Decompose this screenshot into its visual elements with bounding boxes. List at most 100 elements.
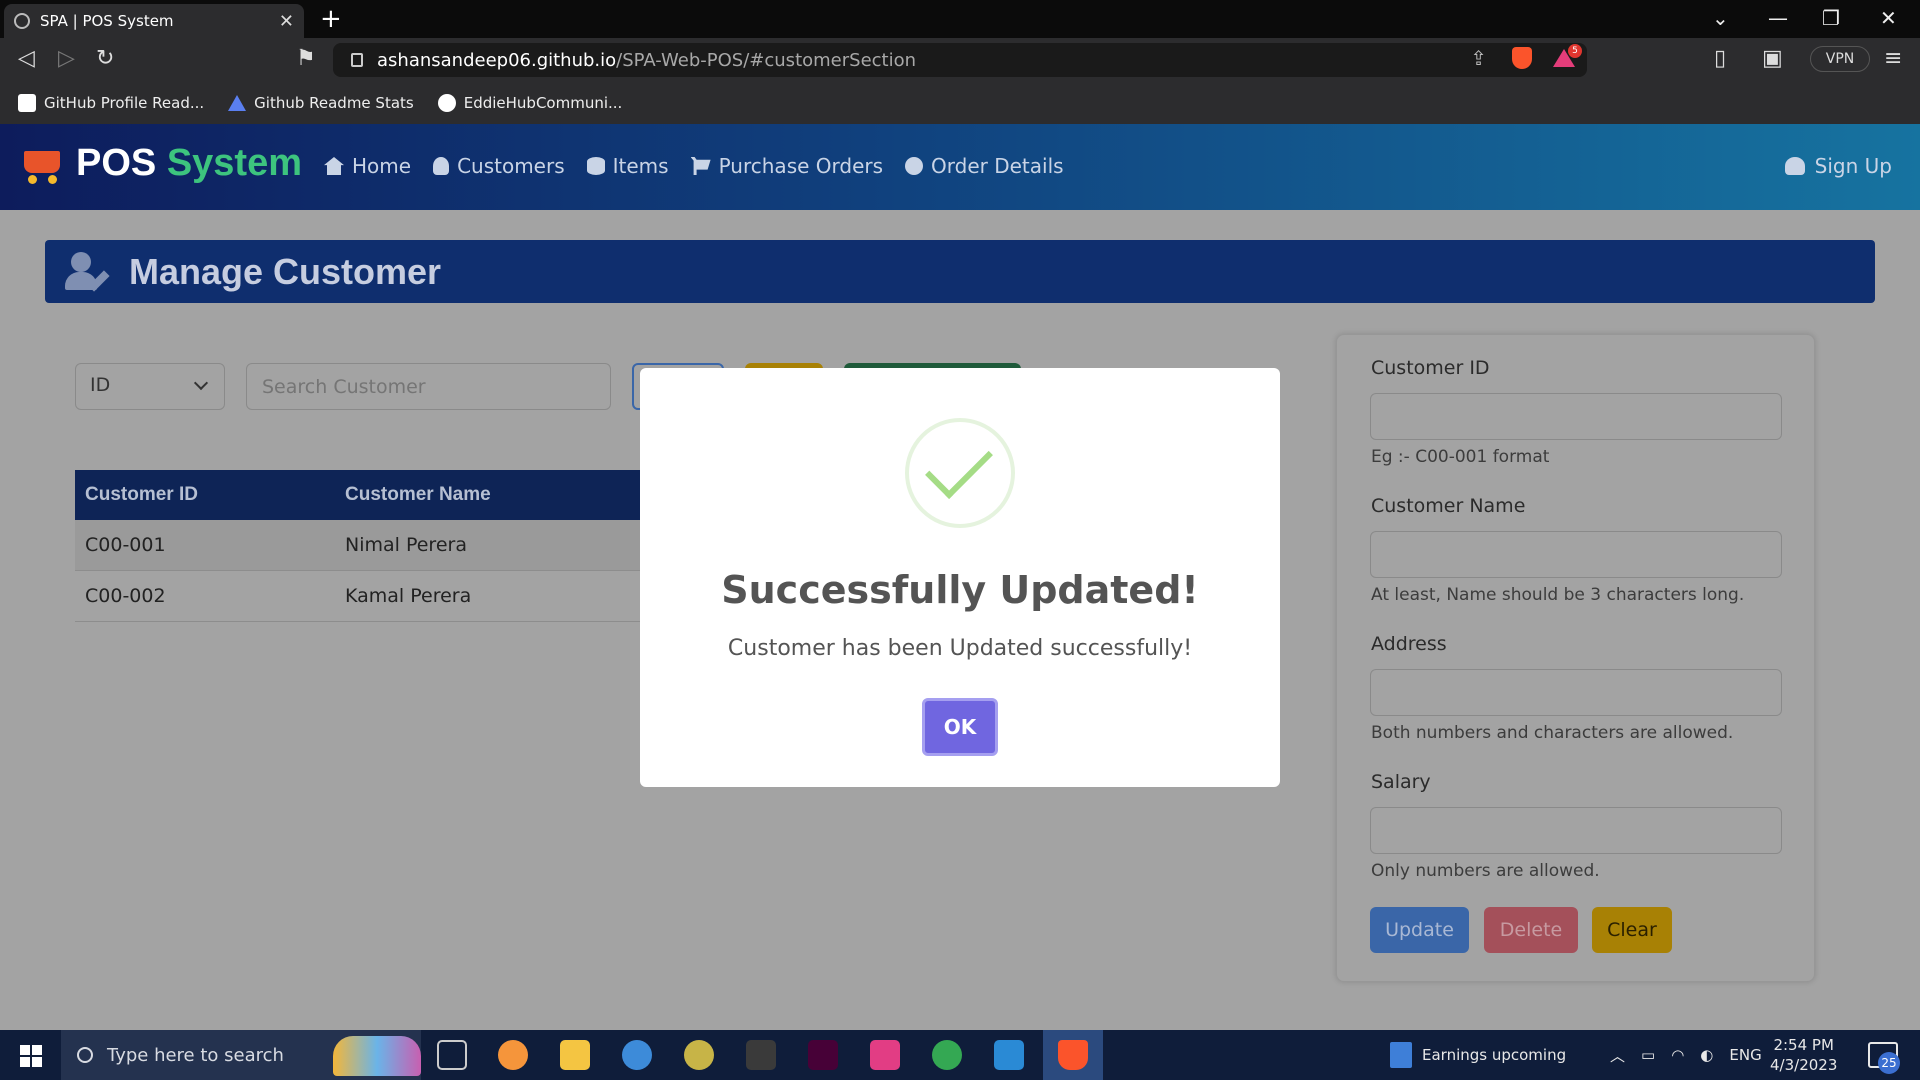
intellij-icon[interactable] [870,1040,900,1070]
tab-close-icon[interactable]: ✕ [279,11,294,32]
sidebar-icon[interactable]: ▯ [1714,46,1726,71]
bookmark-item[interactable]: Github Readme Stats [228,94,414,112]
clock-date: 4/3/2023 [1770,1056,1838,1074]
nav-order-details[interactable]: Order Details [905,154,1064,178]
bookmarks-bar: GitHub Profile Read... Github Readme Sta… [0,82,1920,124]
delete-button[interactable]: Delete [1484,907,1578,953]
taskbar-search-placeholder: Type here to search [107,1044,284,1066]
app-icon[interactable] [498,1040,528,1070]
tab-list-chevron-icon[interactable]: ⌄ [1712,6,1729,30]
bookmark-item[interactable]: GitHub Profile Read... [18,94,204,112]
forward-icon[interactable]: ▷ [58,46,75,71]
rewards-badge: 5 [1568,44,1582,58]
salary-hint: Only numbers are allowed. [1371,861,1600,881]
window-close-button[interactable]: ✕ [1880,6,1897,30]
customer-id-hint: Eg :- C00-001 format [1371,447,1550,467]
minimize-button[interactable]: — [1768,6,1788,30]
nav-items[interactable]: Items [586,154,669,178]
nav-label: Customers [457,154,565,178]
customer-name-field[interactable] [1370,531,1782,578]
address-label: Address [1371,633,1447,655]
brand-name: POS System [76,142,303,184]
volume-icon[interactable]: ◐ [1700,1046,1713,1064]
file-explorer-icon[interactable] [560,1040,590,1070]
select-value: ID [90,374,111,396]
wifi-icon[interactable]: ◠ [1671,1046,1684,1064]
ok-button[interactable]: OK [922,698,998,756]
customer-id-label: Customer ID [1371,357,1490,379]
user-icon [433,157,450,175]
nav-home[interactable]: Home [324,154,411,178]
menu-icon[interactable]: ≡ [1884,46,1902,71]
nav-label: Purchase Orders [718,154,884,178]
cell-customer-id: C00-002 [85,585,166,607]
weather-text: Earnings upcoming [1422,1046,1567,1064]
salary-field[interactable] [1370,807,1782,854]
search-highlight-image [333,1036,421,1076]
nav-purchase-orders[interactable]: Purchase Orders [690,154,884,178]
dialog-title: Successfully Updated! [721,568,1199,612]
chrome-icon[interactable] [932,1040,962,1070]
search-icon [77,1047,93,1063]
address-field[interactable] [1370,669,1782,716]
task-view-icon[interactable] [437,1040,467,1070]
user-plus-icon [1784,157,1805,175]
clear-button[interactable]: Clear [1592,907,1672,953]
brand-logo[interactable]: POS System [18,142,302,185]
bookmark-label: GitHub Profile Read... [44,94,205,112]
weather-widget[interactable]: Earnings upcoming [1390,1030,1566,1080]
table-row[interactable]: C00-001 Nimal Perera [75,520,675,571]
language-indicator[interactable]: ENG [1729,1046,1761,1064]
nav-label: Items [612,154,669,178]
column-header: Customer Name [345,484,491,505]
taskbar-search[interactable]: Type here to search [61,1030,421,1080]
table-header: Customer ID Customer Name [75,470,675,520]
vpn-button[interactable]: VPN [1810,46,1870,72]
adobe-xd-icon[interactable] [808,1040,838,1070]
table-row[interactable]: C00-002 Kamal Perera [75,571,675,622]
notification-badge: 25 [1878,1052,1900,1074]
nav-customers[interactable]: Customers [433,154,565,178]
address-bar[interactable]: ashansandeep06.github.io/SPA-Web-POS/#cu… [333,43,1587,77]
browser-tab-bar: SPA | POS System ✕ + ⌄ — ❐ ✕ [0,0,1920,38]
shopping-cart-icon [18,143,64,185]
document-icon [1390,1042,1412,1068]
battery-icon[interactable]: ▭ [1641,1046,1655,1064]
mysql-icon[interactable] [746,1040,776,1070]
chevron-up-icon[interactable]: ︿ [1610,1045,1625,1066]
cart-icon [690,157,711,175]
brave-icon[interactable] [1058,1040,1088,1070]
reload-icon[interactable]: ↻ [96,46,114,71]
sign-up-link[interactable]: Sign Up [1784,154,1892,178]
bookmark-icon[interactable]: ⚑ [296,46,316,71]
search-type-select[interactable]: ID [75,363,225,410]
bookmark-item[interactable]: EddieHubCommuni... [437,94,623,112]
customer-name-label: Customer Name [1371,495,1526,517]
nav-label: Order Details [931,154,1064,178]
browser-tab[interactable]: SPA | POS System ✕ [4,4,304,38]
app-navbar: POS System Home Customers Items Purchase… [0,124,1920,210]
nav-links: Home Customers Items Purchase Orders Ord… [324,154,1064,178]
system-tray: ︿ ▭ ◠ ◐ ENG [1610,1030,1762,1080]
customer-id-field[interactable] [1370,393,1782,440]
restore-button[interactable]: ❐ [1822,6,1840,30]
success-dialog: Successfully Updated! Customer has been … [640,368,1280,787]
back-icon[interactable]: ◁ [18,46,35,71]
clock[interactable]: 2:54 PM 4/3/2023 [1770,1035,1837,1075]
url-host: ashansandeep06.github.io [377,49,617,71]
chevron-down-icon [193,375,209,391]
windows-start-icon[interactable] [20,1045,42,1067]
new-tab-button[interactable]: + [320,4,342,34]
browser-toolbar: ◁ ▷ ↻ ⚑ ashansandeep06.github.io/SPA-Web… [0,38,1920,82]
wallet-icon[interactable]: ▣ [1762,46,1783,71]
globe-icon [14,13,30,29]
update-button[interactable]: Update [1370,907,1469,953]
vscode-icon[interactable] [994,1040,1024,1070]
search-input[interactable] [246,363,611,410]
app-icon[interactable] [622,1040,652,1070]
brave-shields-icon[interactable] [1512,47,1532,69]
info-icon [905,157,924,175]
share-icon[interactable]: ⇪ [1470,46,1487,70]
bookmark-label: EddieHubCommuni... [463,94,623,112]
app-icon[interactable] [684,1040,714,1070]
